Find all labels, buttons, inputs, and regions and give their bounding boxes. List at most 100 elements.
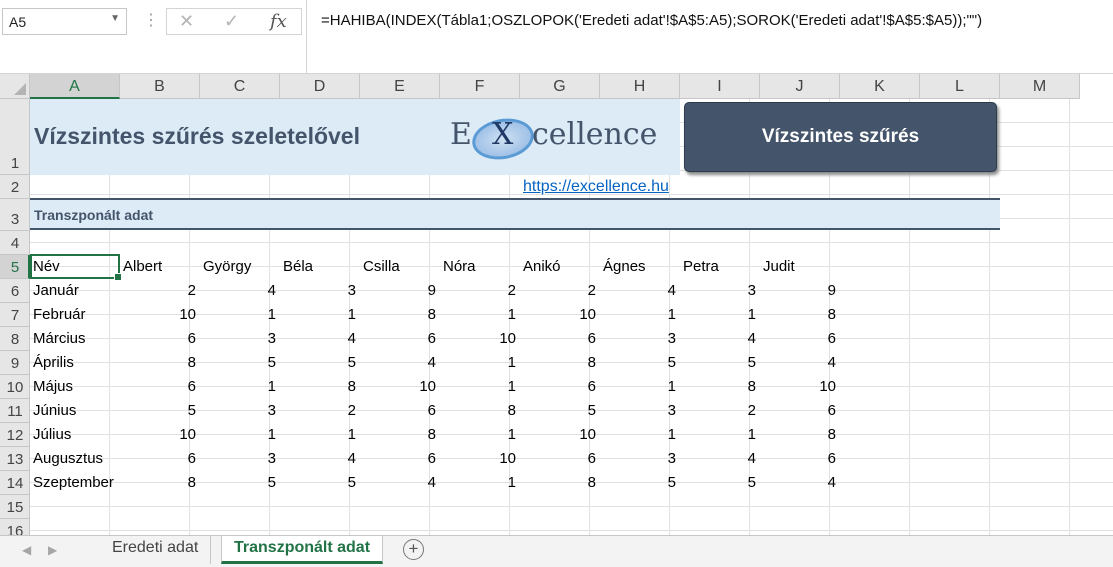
header-cell[interactable]: György — [200, 255, 280, 279]
value-cell[interactable]: 6 — [360, 327, 440, 351]
month-cell[interactable]: Szeptember — [30, 471, 120, 495]
column-header-d[interactable]: D — [280, 74, 360, 99]
row-header-3[interactable]: 3 — [0, 199, 30, 231]
value-cell[interactable]: 4 — [680, 447, 760, 471]
value-cell[interactable]: 2 — [520, 279, 600, 303]
value-cell[interactable]: 3 — [200, 399, 280, 423]
column-header-b[interactable]: B — [120, 74, 200, 99]
cancel-icon[interactable]: ✕ — [179, 11, 194, 32]
value-cell[interactable]: 5 — [200, 471, 280, 495]
month-cell[interactable]: Április — [30, 351, 120, 375]
value-cell[interactable]: 10 — [520, 303, 600, 327]
row-header-2[interactable]: 2 — [0, 175, 30, 199]
value-cell[interactable]: 9 — [360, 279, 440, 303]
value-cell[interactable]: 6 — [520, 375, 600, 399]
value-cell[interactable]: 1 — [200, 303, 280, 327]
value-cell[interactable]: 1 — [200, 375, 280, 399]
value-cell[interactable]: 1 — [440, 471, 520, 495]
tab-transzponalt-adat[interactable]: Transzponált adat — [221, 536, 384, 564]
chevron-down-icon[interactable]: ▼ — [110, 13, 120, 24]
column-header-e[interactable]: E — [360, 74, 440, 99]
value-cell[interactable]: 4 — [600, 279, 680, 303]
value-cell[interactable]: 3 — [600, 447, 680, 471]
value-cell[interactable]: 4 — [200, 279, 280, 303]
value-cell[interactable]: 5 — [120, 399, 200, 423]
value-cell[interactable]: 3 — [600, 399, 680, 423]
value-cell[interactable]: 6 — [760, 327, 840, 351]
formula-input[interactable]: =HAHIBA(INDEX(Tábla1;OSZLOPOK('Eredeti a… — [306, 0, 1113, 74]
row-header-8[interactable]: 8 — [0, 327, 30, 351]
value-cell[interactable]: 8 — [760, 423, 840, 447]
tab-eredeti-adat[interactable]: Eredeti adat — [100, 536, 212, 564]
value-cell[interactable]: 8 — [360, 303, 440, 327]
month-cell[interactable]: Január — [30, 279, 120, 303]
value-cell[interactable]: 8 — [120, 471, 200, 495]
value-cell[interactable]: 8 — [760, 303, 840, 327]
value-cell[interactable]: 1 — [280, 423, 360, 447]
value-cell[interactable]: 1 — [600, 375, 680, 399]
month-cell[interactable]: Július — [30, 423, 120, 447]
value-cell[interactable]: 2 — [440, 279, 520, 303]
value-cell[interactable]: 10 — [520, 423, 600, 447]
value-cell[interactable]: 9 — [760, 279, 840, 303]
value-cell[interactable]: 4 — [280, 447, 360, 471]
header-cell[interactable]: Csilla — [360, 255, 440, 279]
value-cell[interactable]: 6 — [120, 375, 200, 399]
value-cell[interactable]: 2 — [120, 279, 200, 303]
header-cell[interactable]: Petra — [680, 255, 760, 279]
row-header-10[interactable]: 10 — [0, 375, 30, 399]
value-cell[interactable]: 5 — [680, 471, 760, 495]
header-cell[interactable]: Judit — [760, 255, 840, 279]
column-header-f[interactable]: F — [440, 74, 520, 99]
row-header-7[interactable]: 7 — [0, 303, 30, 327]
header-cell[interactable]: Béla — [280, 255, 360, 279]
value-cell[interactable]: 2 — [680, 399, 760, 423]
column-header-j[interactable]: J — [760, 74, 840, 99]
value-cell[interactable]: 4 — [280, 327, 360, 351]
month-cell[interactable]: Augusztus — [30, 447, 120, 471]
value-cell[interactable]: 6 — [520, 327, 600, 351]
enter-icon[interactable]: ✓ — [224, 11, 239, 32]
value-cell[interactable]: 10 — [440, 327, 520, 351]
value-cell[interactable]: 6 — [760, 399, 840, 423]
value-cell[interactable]: 1 — [680, 303, 760, 327]
value-cell[interactable]: 10 — [120, 423, 200, 447]
value-cell[interactable]: 4 — [760, 471, 840, 495]
column-header-i[interactable]: I — [680, 74, 760, 99]
value-cell[interactable]: 6 — [360, 447, 440, 471]
scroll-left-icon[interactable]: ◀ — [22, 543, 31, 557]
row-header-15[interactable]: 15 — [0, 495, 30, 519]
month-cell[interactable]: Május — [30, 375, 120, 399]
value-cell[interactable]: 1 — [280, 303, 360, 327]
header-cell[interactable]: Albert — [120, 255, 200, 279]
column-header-h[interactable]: H — [600, 74, 680, 99]
column-header-l[interactable]: L — [920, 74, 1000, 99]
name-box[interactable]: A5 ▼ — [2, 8, 127, 35]
value-cell[interactable]: 4 — [360, 471, 440, 495]
cell-area[interactable]: Vízszintes szűrés szeletelővel E X celle… — [30, 99, 1113, 539]
value-cell[interactable]: 8 — [680, 375, 760, 399]
value-cell[interactable]: 8 — [280, 375, 360, 399]
value-cell[interactable]: 10 — [760, 375, 840, 399]
value-cell[interactable]: 3 — [200, 447, 280, 471]
month-cell[interactable]: Március — [30, 327, 120, 351]
month-cell[interactable]: Június — [30, 399, 120, 423]
value-cell[interactable]: 8 — [120, 351, 200, 375]
website-link[interactable]: https://excellence.hu — [523, 178, 669, 196]
row-header-12[interactable]: 12 — [0, 423, 30, 447]
header-cell[interactable]: Ágnes — [600, 255, 680, 279]
value-cell[interactable]: 1 — [200, 423, 280, 447]
value-cell[interactable]: 5 — [280, 351, 360, 375]
value-cell[interactable]: 6 — [120, 447, 200, 471]
insert-function-icon[interactable]: fx — [270, 11, 287, 32]
value-cell[interactable]: 1 — [440, 303, 520, 327]
value-cell[interactable]: 3 — [680, 279, 760, 303]
value-cell[interactable]: 2 — [280, 399, 360, 423]
value-cell[interactable]: 4 — [680, 327, 760, 351]
value-cell[interactable]: 3 — [600, 327, 680, 351]
column-header-a[interactable]: A — [30, 74, 120, 99]
row-header-14[interactable]: 14 — [0, 471, 30, 495]
value-cell[interactable]: 3 — [200, 327, 280, 351]
row-header-5[interactable]: 5 — [0, 255, 30, 279]
value-cell[interactable]: 10 — [360, 375, 440, 399]
